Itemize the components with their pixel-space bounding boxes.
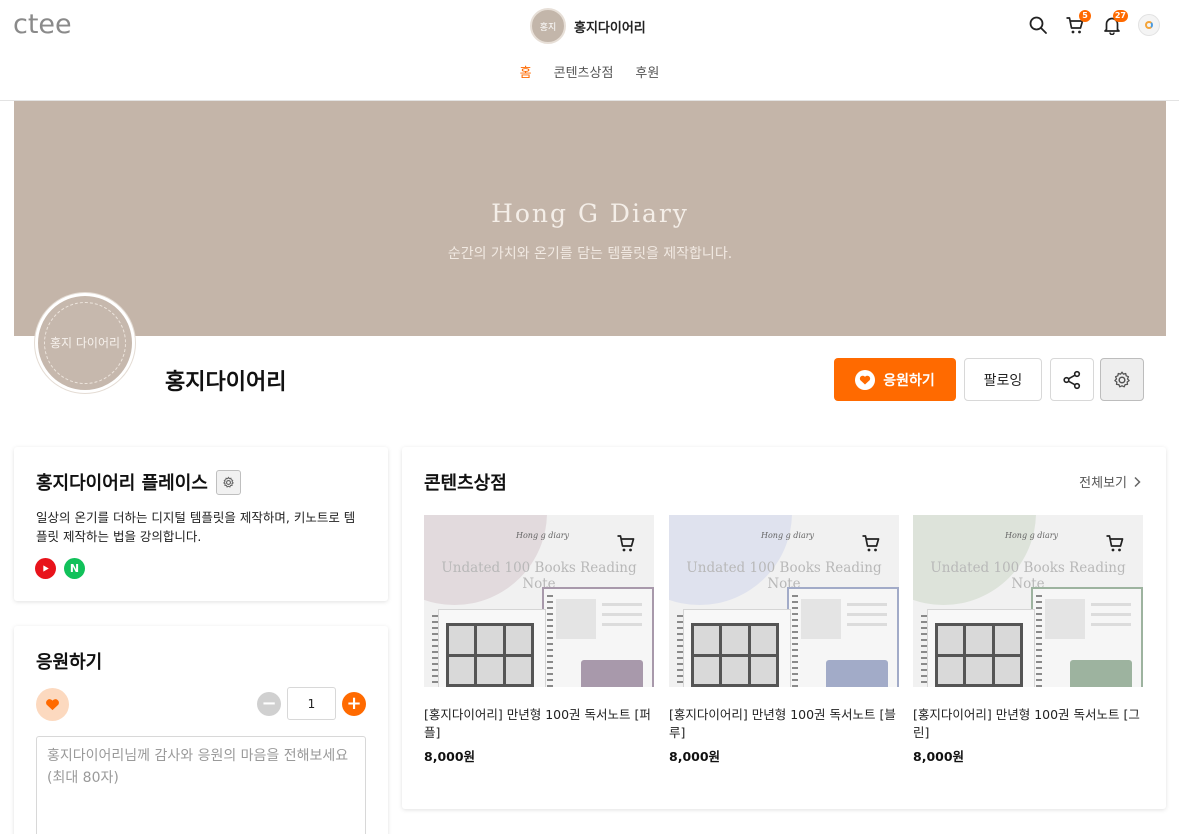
notebook-cover [1070,660,1132,687]
notification-count-badge: 27 [1112,10,1128,22]
settings-button[interactable] [1100,358,1144,401]
product-thumbnail[interactable]: Hong g diary Undated 100 Books Reading N… [669,515,899,687]
add-to-cart-icon[interactable] [1105,533,1125,553]
nav-home-tab[interactable]: 홈 [520,62,532,81]
notebook-rings [547,595,553,687]
banner-subtitle: 순간의 가치와 온기를 담는 템플릿을 제작합니다. [447,246,733,262]
product-name[interactable]: [홍지다이어리] 만년형 100권 독서노트 [그린] [913,706,1143,742]
cart-count-badge: 5 [1079,10,1091,22]
thumbnail-script: Hong g diary [516,531,570,540]
follow-button[interactable]: 팔로잉 [964,358,1042,401]
page: ctee 홍지 홍지다이어리 5 27 홈 콘텐츠상점 후원 Hong G Di… [0,0,1179,834]
chevron-right-icon [1134,476,1141,487]
site-header: ctee 홍지 홍지다이어리 5 27 홈 콘텐츠상점 후원 [0,0,1179,101]
banner-title: Hong G Diary [491,199,689,228]
product-thumbnail[interactable]: Hong g diary Undated 100 Books Reading N… [424,515,654,687]
profile-name: 홍지다이어리 [165,370,287,395]
store-title: 콘텐츠상점 [424,473,507,494]
bookshelf-grid [691,623,779,687]
notebook-rings [432,615,438,687]
product-name[interactable]: [홍지다이어리] 만년형 100권 독서노트 [퍼플] [424,706,654,742]
brand-avatar: 홍지 [530,8,566,44]
product-card[interactable]: Hong g diary Undated 100 Books Reading N… [669,515,899,765]
product-name[interactable]: [홍지다이어리] 만년형 100권 독서노트 [블루] [669,706,899,742]
thumbnail-script: Hong g diary [1005,531,1059,540]
support-button[interactable]: 응원하기 [834,358,956,401]
notebook-cover [826,660,888,687]
notebook-rings [921,615,927,687]
notebook-rings [792,595,798,687]
profile-banner: Hong G Diary 순간의 가치와 온기를 담는 템플릿을 제작합니다. [14,101,1166,336]
share-button[interactable] [1050,358,1094,401]
heart-icon [36,688,69,721]
support-card: 응원하기 − + [14,626,388,834]
profile-avatar-wreath: 홍지 다이어리 [44,302,126,384]
bookshelf-grid [935,623,1023,687]
product-price: 8,000원 [669,749,721,764]
product-thumbnail[interactable]: Hong g diary Undated 100 Books Reading N… [913,515,1143,687]
search-icon [1029,16,1047,34]
notification-button[interactable]: 27 [1100,10,1128,38]
heart-icon [855,369,876,390]
quantity-decrease-button[interactable]: − [257,692,281,716]
ctee-logo[interactable]: ctee [13,9,72,40]
header-actions: 5 27 [1013,10,1161,38]
main-nav: 홈 콘텐츠상점 후원 [0,62,1179,81]
add-to-cart-icon[interactable] [861,533,881,553]
user-menu-button[interactable] [1137,12,1161,38]
youtube-icon[interactable] [35,558,56,579]
product-price: 8,000원 [424,749,476,764]
gear-icon [222,476,234,488]
see-all-label: 전체보기 [1079,476,1127,491]
gear-icon [1114,371,1130,387]
place-title-text: 홍지다이어리 플레이스 [36,473,208,494]
brand-name: 홍지다이어리 [574,20,646,36]
see-all-link[interactable]: 전체보기 [1079,472,1141,491]
share-icon [1063,370,1081,389]
place-title: 홍지다이어리 플레이스 [36,469,241,495]
product-card[interactable]: Hong g diary Undated 100 Books Reading N… [913,515,1143,765]
support-button-label: 응원하기 [883,372,935,389]
place-description: 일상의 온기를 더하는 디지털 템플릿을 제작하며, 키노트로 템플릿 제작하는… [36,510,356,544]
user-avatar-icon [1145,21,1153,29]
nav-store-tab[interactable]: 콘텐츠상점 [554,62,614,81]
creator-brand[interactable]: 홍지 홍지다이어리 [530,8,646,44]
product-price: 8,000원 [913,749,965,764]
place-card: 홍지다이어리 플레이스 일상의 온기를 더하는 디지털 템플릿을 제작하며, 키… [14,447,388,601]
cart-button[interactable]: 5 [1063,10,1091,38]
thumbnail-script: Hong g diary [761,531,815,540]
naver-icon[interactable]: N [64,558,85,579]
store-card: 콘텐츠상점 전체보기 Hong g diary Undated 100 Book… [402,447,1166,809]
notebook-rings [1036,595,1042,687]
add-to-cart-icon[interactable] [616,533,636,553]
support-message-input[interactable] [36,736,366,834]
user-avatar [1138,14,1160,36]
support-title: 응원하기 [36,652,103,673]
product-card[interactable]: Hong g diary Undated 100 Books Reading N… [424,515,654,765]
quantity-increase-button[interactable]: + [342,692,366,716]
social-links: N [35,558,93,579]
search-button[interactable] [1026,12,1050,38]
notebook-cover [581,660,643,687]
notebook-rings [677,615,683,687]
profile-avatar: 홍지 다이어리 [35,293,135,393]
nav-donate-tab[interactable]: 후원 [635,62,659,81]
bookshelf-grid [446,623,534,687]
place-settings-button[interactable] [215,469,241,495]
quantity-input[interactable] [287,687,336,720]
